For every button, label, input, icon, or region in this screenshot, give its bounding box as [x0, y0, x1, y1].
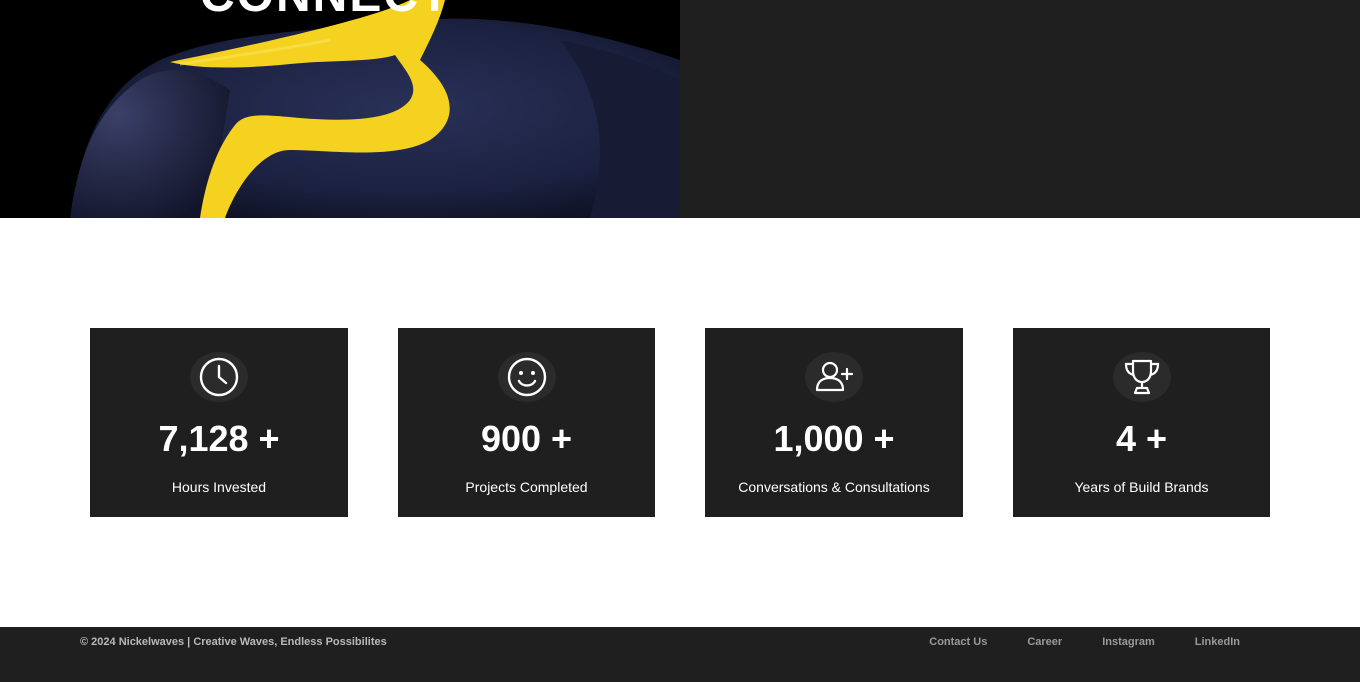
- hero-image: CONNECT: [0, 0, 680, 218]
- hero-title: CONNECT: [200, 0, 451, 22]
- stat-value: 1,000 +: [773, 418, 895, 459]
- stat-label: Years of Build Brands: [1074, 479, 1209, 495]
- stat-card-hours: 7,128 + Hours Invested: [90, 328, 348, 517]
- footer-link-career[interactable]: Career: [1027, 636, 1062, 648]
- stat-card-conversations: 1,000 + Conversations & Consultations: [705, 328, 963, 517]
- site-footer: © 2024 Nickelwaves | Creative Waves, End…: [0, 627, 1360, 682]
- stat-label: Conversations & Consultations: [738, 479, 930, 495]
- painted-figure-image: [0, 0, 680, 218]
- footer-nav: Contact Us Career Instagram LinkedIn: [929, 636, 1240, 648]
- stat-card-years: 4 + Years of Build Brands: [1013, 328, 1270, 517]
- footer-link-contact-us[interactable]: Contact Us: [929, 636, 987, 648]
- hero-dark-panel: [680, 0, 1360, 218]
- footer-link-linkedin[interactable]: LinkedIn: [1195, 636, 1240, 648]
- hero-section: CONNECT: [0, 0, 1360, 218]
- user-plus-icon: [805, 352, 863, 402]
- stat-value: 900 +: [480, 418, 573, 459]
- stat-label: Hours Invested: [171, 479, 267, 495]
- stat-label: Projects Completed: [465, 479, 588, 495]
- stat-value: 4 +: [1115, 418, 1168, 459]
- stat-card-projects: 900 + Projects Completed: [398, 328, 655, 517]
- copyright-text: © 2024 Nickelwaves | Creative Waves, End…: [80, 636, 387, 648]
- clock-icon: [190, 352, 248, 402]
- trophy-icon: [1112, 352, 1171, 402]
- footer-link-instagram[interactable]: Instagram: [1102, 636, 1155, 648]
- stats-section: 7,128 + Hours Invested 900 + Projects Co…: [0, 328, 1360, 517]
- stat-value: 7,128 +: [158, 418, 280, 459]
- smiley-icon: [497, 352, 556, 402]
